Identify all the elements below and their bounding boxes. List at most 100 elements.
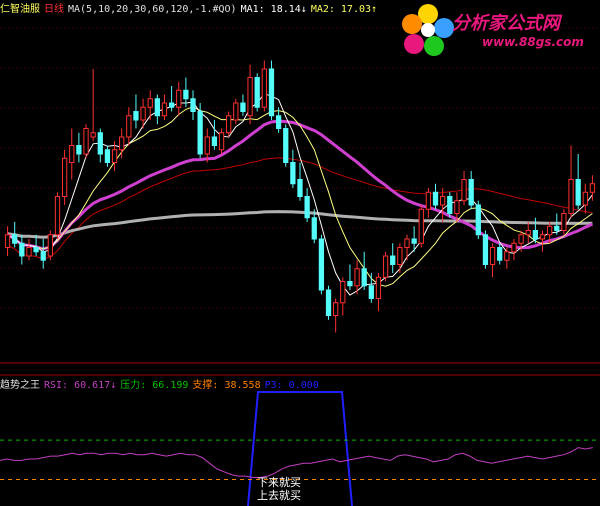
candle-body (575, 179, 581, 206)
candle-body (19, 242, 25, 257)
flower-logo-icon (402, 4, 454, 56)
candle-body (432, 191, 439, 206)
candle-body (297, 179, 303, 197)
candle-body (290, 162, 296, 185)
candle-body (368, 285, 374, 299)
candle-body (119, 136, 125, 151)
rsi-line (0, 447, 593, 478)
p3-value: P3: 0.000 (264, 380, 319, 391)
logo-title: 分析家公式网 (452, 13, 560, 34)
candle-body (54, 196, 61, 236)
candle-body (61, 157, 68, 197)
candle-body (161, 102, 168, 117)
candle-body (233, 102, 239, 121)
candle-body (140, 106, 146, 121)
candle-body (318, 238, 325, 291)
candle-body (568, 179, 574, 214)
candle-body (511, 242, 517, 253)
candle-body (168, 102, 175, 108)
candle-body (47, 234, 54, 257)
candle-body (333, 302, 339, 316)
candle-body (489, 247, 496, 265)
candle-body (397, 247, 403, 265)
candle-body (375, 276, 382, 299)
candle-body (226, 115, 232, 134)
candle-body (418, 208, 424, 244)
ma1-value: MA1: 18.14↓ (240, 4, 307, 15)
candle-body (461, 179, 467, 202)
candle-body (561, 213, 567, 231)
candle-body (176, 89, 182, 108)
candle-body (497, 247, 503, 261)
candle-body (468, 179, 474, 206)
pressure-value: 压力: 66.199 (120, 380, 189, 391)
candle-body (204, 136, 210, 155)
candle-body (554, 225, 560, 231)
candle-body (218, 132, 225, 151)
candle-body (104, 149, 111, 163)
candle-body (33, 247, 39, 253)
candle-body (133, 111, 139, 121)
ma2-value: MA2: 17.03↑ (310, 4, 378, 15)
candle-body (411, 238, 417, 244)
indicator-header: 趋势之王 RSI: 60.617↓ 压力: 66.199 支撑: 38.558 P3: … (0, 376, 600, 392)
candle-body (197, 111, 203, 155)
indicator-name[interactable]: 趋势之王 (0, 380, 40, 391)
candle-body (40, 251, 46, 261)
stock-title[interactable]: 仁智油服 (0, 4, 40, 15)
stock-chart[interactable] (0, 0, 600, 506)
candle-body (325, 289, 332, 316)
candle-body (90, 132, 96, 138)
candle-body (254, 77, 260, 108)
candle-body (247, 77, 253, 117)
annotation-up-buy: 上去就买 (257, 489, 301, 502)
candle-body (4, 234, 11, 248)
candle-body (304, 196, 310, 219)
candle-body (183, 89, 189, 100)
logo-url: www.88gs.com (482, 35, 584, 49)
candle-body (340, 281, 346, 304)
candle-body (26, 247, 32, 257)
candle-body (268, 68, 275, 117)
candle-body (518, 234, 524, 244)
candle-body (390, 255, 396, 265)
candle-body (532, 230, 539, 240)
candle-body (425, 191, 432, 210)
candle-body (12, 234, 18, 244)
candle-body (83, 128, 89, 155)
candle-body (361, 268, 367, 287)
candle-body (404, 238, 410, 248)
candle-body (382, 255, 389, 278)
candle-body (440, 196, 446, 206)
candle-body (190, 98, 196, 112)
candle-body (97, 132, 103, 155)
candle-body (504, 251, 510, 261)
candle-body (69, 145, 75, 163)
candle-body (147, 98, 153, 108)
candle-body (475, 204, 481, 236)
candle-body (154, 98, 160, 117)
candle-body (482, 234, 489, 265)
candle-body (311, 217, 317, 240)
ma-params: MA(5,10,20,30,60,120,-1.#QO) (68, 4, 237, 15)
candle-body (76, 145, 82, 155)
candle-body (539, 234, 546, 240)
candle-body (275, 115, 282, 129)
candle-body (582, 191, 588, 206)
candle-body (454, 200, 460, 214)
candle-body (126, 115, 132, 138)
candle-body (525, 230, 531, 236)
candle-body (283, 128, 289, 163)
candle-body (240, 102, 246, 112)
candle-body (111, 149, 118, 163)
candle-body (589, 183, 596, 193)
candle-body (447, 196, 453, 214)
candle-body (546, 225, 553, 236)
period-label[interactable]: 日线 (44, 4, 64, 15)
support-value: 支撑: 38.558 (192, 380, 261, 391)
candle-body (261, 68, 267, 108)
candle-body (211, 136, 218, 146)
candle-body (347, 281, 353, 287)
rsi-value: RSI: 60.617↓ (44, 380, 117, 391)
candle-body (354, 268, 360, 287)
